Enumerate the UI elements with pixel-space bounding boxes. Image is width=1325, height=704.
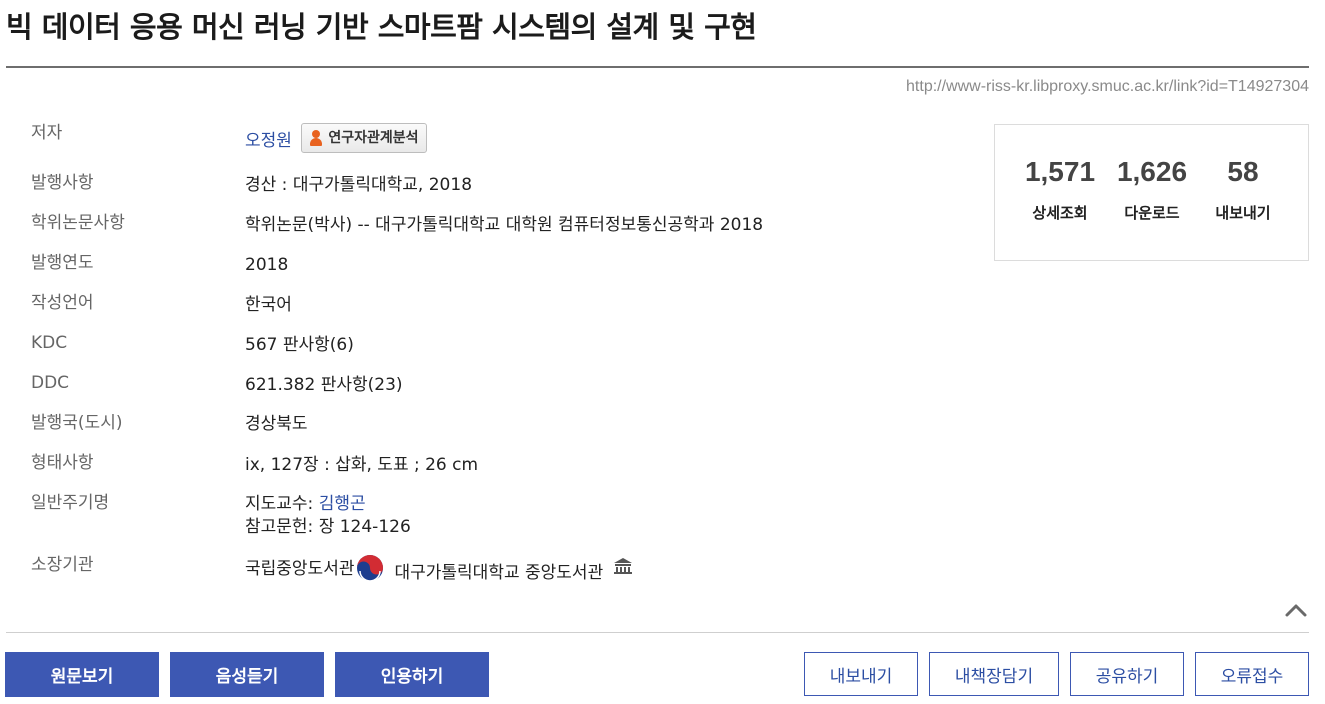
- advisor-prefix: 지도교수:: [245, 494, 319, 514]
- country-label: 발행국(도시): [31, 413, 123, 433]
- researcher-analysis-label: 연구자관계분석: [328, 130, 419, 146]
- view-original-button[interactable]: 원문보기: [5, 652, 159, 697]
- ddc-label: DDC: [31, 373, 70, 393]
- stat-exports: 58 내보내기: [1197, 155, 1289, 223]
- year-label: 발행연도: [31, 253, 94, 273]
- kdc-label: KDC: [31, 333, 68, 353]
- notes-label: 일반주기명: [31, 493, 110, 513]
- export-button[interactable]: 내보내기: [804, 652, 918, 696]
- stat-downloads: 1,626 다운로드: [1106, 155, 1198, 223]
- korea-emblem-icon: [357, 555, 384, 582]
- language-value: 한국어: [245, 295, 292, 315]
- country-value: 경상북도: [245, 414, 308, 434]
- stat-exports-label: 내보내기: [1215, 204, 1271, 222]
- advisor-link[interactable]: 김행곤: [319, 494, 366, 514]
- author-value: 오정원 연구자관계분석: [245, 123, 427, 156]
- kdc-value: 567 판사항(6): [245, 335, 354, 355]
- holding-library-2[interactable]: 대구가톨릭대학교 중앙도서관: [394, 563, 603, 583]
- listen-audio-button[interactable]: 음성듣기: [170, 652, 324, 697]
- cite-button[interactable]: 인용하기: [335, 652, 489, 697]
- bottom-divider: [6, 632, 1309, 633]
- stat-exports-value: 58: [1227, 156, 1259, 187]
- holdings-label: 소장기관: [31, 555, 94, 575]
- notes-advisor: 지도교수: 김행곤: [245, 492, 366, 516]
- bookshelf-button[interactable]: 내책장담기: [929, 652, 1059, 696]
- language-label: 작성언어: [31, 293, 94, 313]
- notes-references: 참고문헌: 장 124-126: [245, 517, 411, 537]
- report-error-button[interactable]: 오류접수: [1195, 652, 1309, 696]
- share-button[interactable]: 공유하기: [1070, 652, 1184, 696]
- researcher-analysis-button[interactable]: 연구자관계분석: [301, 123, 427, 153]
- publication-label: 발행사항: [31, 173, 94, 193]
- holdings-value: 국립중앙도서관 대구가톨릭대학교 중앙도서관: [245, 555, 633, 583]
- library-building-icon: [614, 558, 633, 574]
- stat-downloads-value: 1,626: [1116, 156, 1188, 187]
- author-link[interactable]: 오정원: [245, 131, 292, 151]
- ddc-value: 621.382 판사항(23): [245, 375, 403, 395]
- chevron-up-icon[interactable]: [1284, 601, 1308, 619]
- author-label: 저자: [31, 123, 63, 143]
- person-icon: [309, 130, 323, 146]
- physical-label: 형태사항: [31, 453, 94, 473]
- thesis-label: 학위논문사항: [31, 213, 125, 233]
- title-divider: [6, 66, 1309, 68]
- holding-library-1[interactable]: 국립중앙도서관: [245, 559, 354, 579]
- page-title: 빅 데이터 응용 머신 러닝 기반 스마트팜 시스템의 설계 및 구현: [6, 10, 757, 44]
- stat-views: 1,571 상세조회: [1014, 155, 1106, 223]
- publication-value: 경산 : 대구가톨릭대학교, 2018: [245, 175, 473, 195]
- stats-box: 1,571 상세조회 1,626 다운로드 58 내보내기: [994, 124, 1309, 261]
- year-value: 2018: [245, 255, 289, 275]
- stat-views-label: 상세조회: [1032, 204, 1088, 222]
- stat-views-value: 1,571: [1024, 156, 1096, 187]
- thesis-value: 학위논문(박사) -- 대구가톨릭대학교 대학원 컴퓨터정보통신공학과 2018: [245, 215, 764, 235]
- stat-downloads-label: 다운로드: [1124, 204, 1180, 222]
- physical-value: ix, 127장 : 삽화, 도표 ; 26 cm: [245, 455, 479, 475]
- permalink[interactable]: http://www-riss-kr.libproxy.smuc.ac.kr/l…: [906, 78, 1309, 96]
